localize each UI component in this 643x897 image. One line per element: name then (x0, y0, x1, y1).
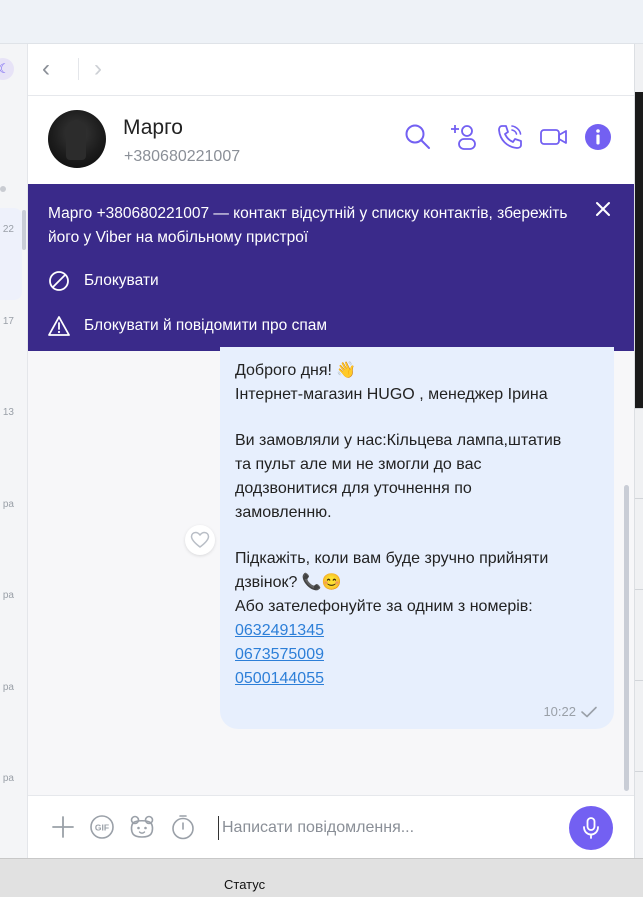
status-label: Статус (224, 877, 266, 892)
message-area: Доброго дня! 👋 Інтернет-магазин HUGO , м… (28, 347, 634, 795)
search-icon[interactable] (403, 122, 433, 152)
timer-icon[interactable] (170, 814, 196, 840)
block-report-label: Блокувати й повідомити про спам (84, 317, 328, 334)
chat-list-time: pa (2, 499, 14, 510)
plus-icon[interactable] (50, 814, 76, 840)
block-button[interactable]: Блокувати (48, 268, 159, 294)
divider (78, 58, 79, 80)
close-icon[interactable] (592, 198, 614, 220)
message-bubble[interactable]: Доброго дня! 👋 Інтернет-магазин HUGO , м… (220, 347, 614, 729)
sticker-icon[interactable] (129, 814, 155, 840)
contact-name[interactable]: Марго (123, 116, 183, 140)
message-line: Інтернет-магазин HUGO , менеджер Ірина (235, 386, 548, 403)
phone-link[interactable]: 0500144055 (235, 667, 561, 691)
messages-scrollbar[interactable] (624, 485, 629, 791)
chat-header: Марго +380680221007 (28, 96, 634, 184)
banner-message: Марго +380680221007 — контакт відсутній … (48, 205, 568, 246)
message-line: Або зателефонуйте за одним з номерів: (235, 598, 533, 615)
message-text: Доброго дня! 👋 Інтернет-магазин HUGO , м… (235, 359, 561, 691)
info-icon[interactable] (583, 122, 613, 152)
block-report-spam-button[interactable]: Блокувати й повідомити про спам (48, 313, 327, 339)
navigation-bar: ‹ › (28, 44, 634, 96)
divider (635, 408, 643, 409)
microphone-icon (583, 817, 599, 839)
phone-link[interactable]: 0673575009 (235, 643, 561, 667)
video-call-icon[interactable] (539, 122, 569, 152)
contact-phone: +380680221007 (124, 148, 241, 165)
like-button[interactable] (185, 525, 215, 555)
avatar[interactable] (48, 110, 106, 168)
message-line: та пульт але ми не змогли до вас (235, 456, 482, 473)
right-panel-edge (634, 44, 643, 858)
message-time: 10:22 (543, 704, 576, 719)
message-composer: GIF (28, 795, 634, 858)
avatar-photo (66, 120, 86, 160)
message-line: Підкажіть, коли вам буде зручно прийняти (235, 550, 549, 567)
divider (635, 680, 643, 681)
block-icon (49, 271, 69, 291)
message-input[interactable] (222, 814, 562, 842)
checkmark-icon (581, 706, 597, 717)
message-line: замовленню. (235, 504, 332, 521)
viber-logo-icon[interactable]: ☾ (0, 58, 14, 80)
sidebar-item-active[interactable] (0, 208, 22, 300)
chat-list-sidebar: ☾ 22 17 13 pa pa pa pa (0, 44, 28, 858)
message-line: дзвінок? 📞😊 (235, 574, 342, 591)
message-line: Ви замовляли у нас:Кільцева лампа,штатив (235, 432, 562, 449)
chevron-right-icon[interactable]: › (94, 56, 102, 82)
voice-call-icon[interactable] (495, 122, 525, 152)
message-timestamp: 10:22 (543, 704, 598, 719)
unknown-contact-banner: Марго +380680221007 — контакт відсутній … (28, 184, 634, 351)
chat-list-time: 13 (2, 407, 14, 418)
block-label: Блокувати (84, 272, 159, 289)
os-title-bar (0, 0, 643, 44)
chat-list-time: pa (2, 682, 14, 693)
svg-text:GIF: GIF (95, 823, 109, 833)
divider (635, 771, 643, 772)
gif-icon[interactable]: GIF (89, 814, 115, 840)
phone-link[interactable]: 0632491345 (235, 619, 561, 643)
message-line: додзвонитися для уточнення по (235, 480, 472, 497)
divider (635, 498, 643, 499)
add-participant-icon[interactable] (450, 122, 480, 152)
heart-icon (190, 531, 210, 548)
sidebar-scrollbar[interactable] (22, 210, 26, 250)
chat-list-time: 22 (2, 224, 14, 235)
divider (635, 589, 643, 590)
right-panel-image (635, 92, 643, 408)
chat-list-time: pa (2, 590, 14, 601)
voice-message-button[interactable] (569, 806, 613, 850)
chat-list-time: 17 (2, 316, 14, 327)
status-bar: Статус (0, 858, 643, 897)
text-cursor (218, 816, 219, 840)
chevron-left-icon[interactable]: ‹ (42, 56, 50, 82)
sidebar-dot (0, 186, 6, 192)
warning-icon (48, 316, 70, 336)
chat-list-time: pa (2, 773, 14, 784)
message-line: Доброго дня! 👋 (235, 362, 357, 379)
